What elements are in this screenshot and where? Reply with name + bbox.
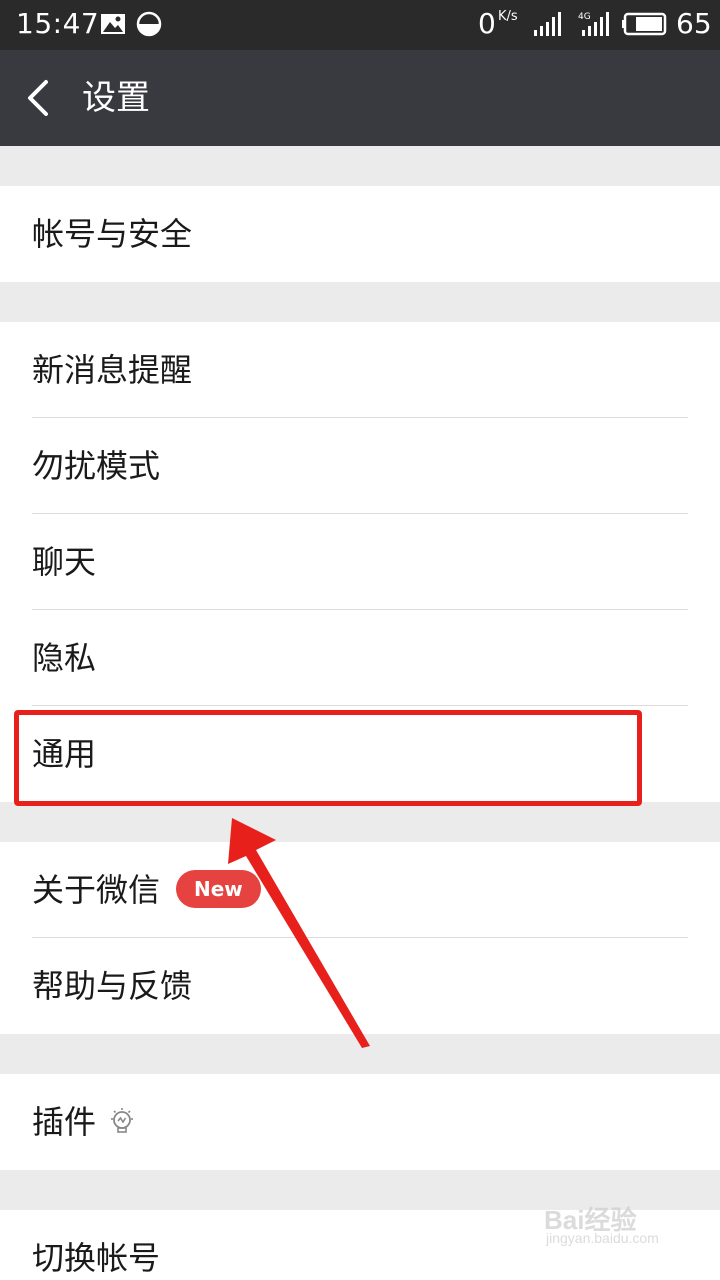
signal-4g-icon: 4G	[578, 12, 609, 36]
setting-label: 勿扰模式	[32, 447, 161, 485]
setting-label: 插件	[32, 1103, 97, 1141]
wechat-settings-screen: 15:47 0 K/s 4G 65 设置 帐号与安全 新消息提醒 勿扰模式 聊天…	[0, 0, 720, 1280]
top-nav-bar: 设置	[0, 50, 720, 146]
setting-chat[interactable]: 聊天	[0, 514, 720, 610]
settings-group-plugins: 插件	[0, 1074, 720, 1170]
settings-group-account: 帐号与安全	[0, 186, 720, 282]
net-speed-unit: K/s	[498, 9, 518, 24]
image-icon	[101, 14, 125, 34]
chevron-left-icon[interactable]	[22, 78, 56, 118]
network-type-label: 4G	[578, 12, 591, 22]
setting-label: 新消息提醒	[32, 351, 193, 389]
signal-icon	[534, 12, 561, 36]
status-time: 15:47	[16, 7, 100, 40]
new-badge: New	[176, 870, 261, 908]
setting-general[interactable]: 通用	[0, 706, 720, 802]
setting-label: 通用	[32, 735, 97, 773]
baidu-jingyan-watermark: Bai经验 jingyan.baidu.com	[544, 1200, 684, 1254]
status-bar: 15:47 0 K/s 4G 65	[0, 0, 720, 50]
setting-about-wechat[interactable]: 关于微信 New	[0, 842, 720, 938]
setting-new-message-alert[interactable]: 新消息提醒	[0, 322, 720, 418]
lightbulb-icon	[111, 1108, 133, 1133]
data-saver-icon	[136, 11, 162, 37]
settings-group-about: 关于微信 New 帮助与反馈	[0, 842, 720, 1034]
settings-group-preferences: 新消息提醒 勿扰模式 聊天 隐私 通用	[0, 322, 720, 802]
setting-label: 切换帐号	[32, 1239, 161, 1277]
setting-label: 帮助与反馈	[32, 967, 193, 1005]
net-speed: 0	[478, 7, 496, 40]
setting-account-security[interactable]: 帐号与安全	[0, 186, 720, 282]
setting-label: 帐号与安全	[32, 215, 193, 253]
setting-plugins[interactable]: 插件	[0, 1074, 720, 1170]
watermark-url: jingyan.baidu.com	[546, 1230, 659, 1246]
setting-do-not-disturb[interactable]: 勿扰模式	[0, 418, 720, 514]
setting-privacy[interactable]: 隐私	[0, 610, 720, 706]
setting-label: 隐私	[32, 639, 97, 677]
setting-label: 聊天	[32, 543, 97, 581]
battery-level: 65	[676, 7, 712, 40]
page-title: 设置	[82, 78, 150, 118]
battery-icon	[622, 12, 667, 36]
setting-help-feedback[interactable]: 帮助与反馈	[0, 938, 720, 1034]
setting-label: 关于微信	[32, 871, 161, 909]
